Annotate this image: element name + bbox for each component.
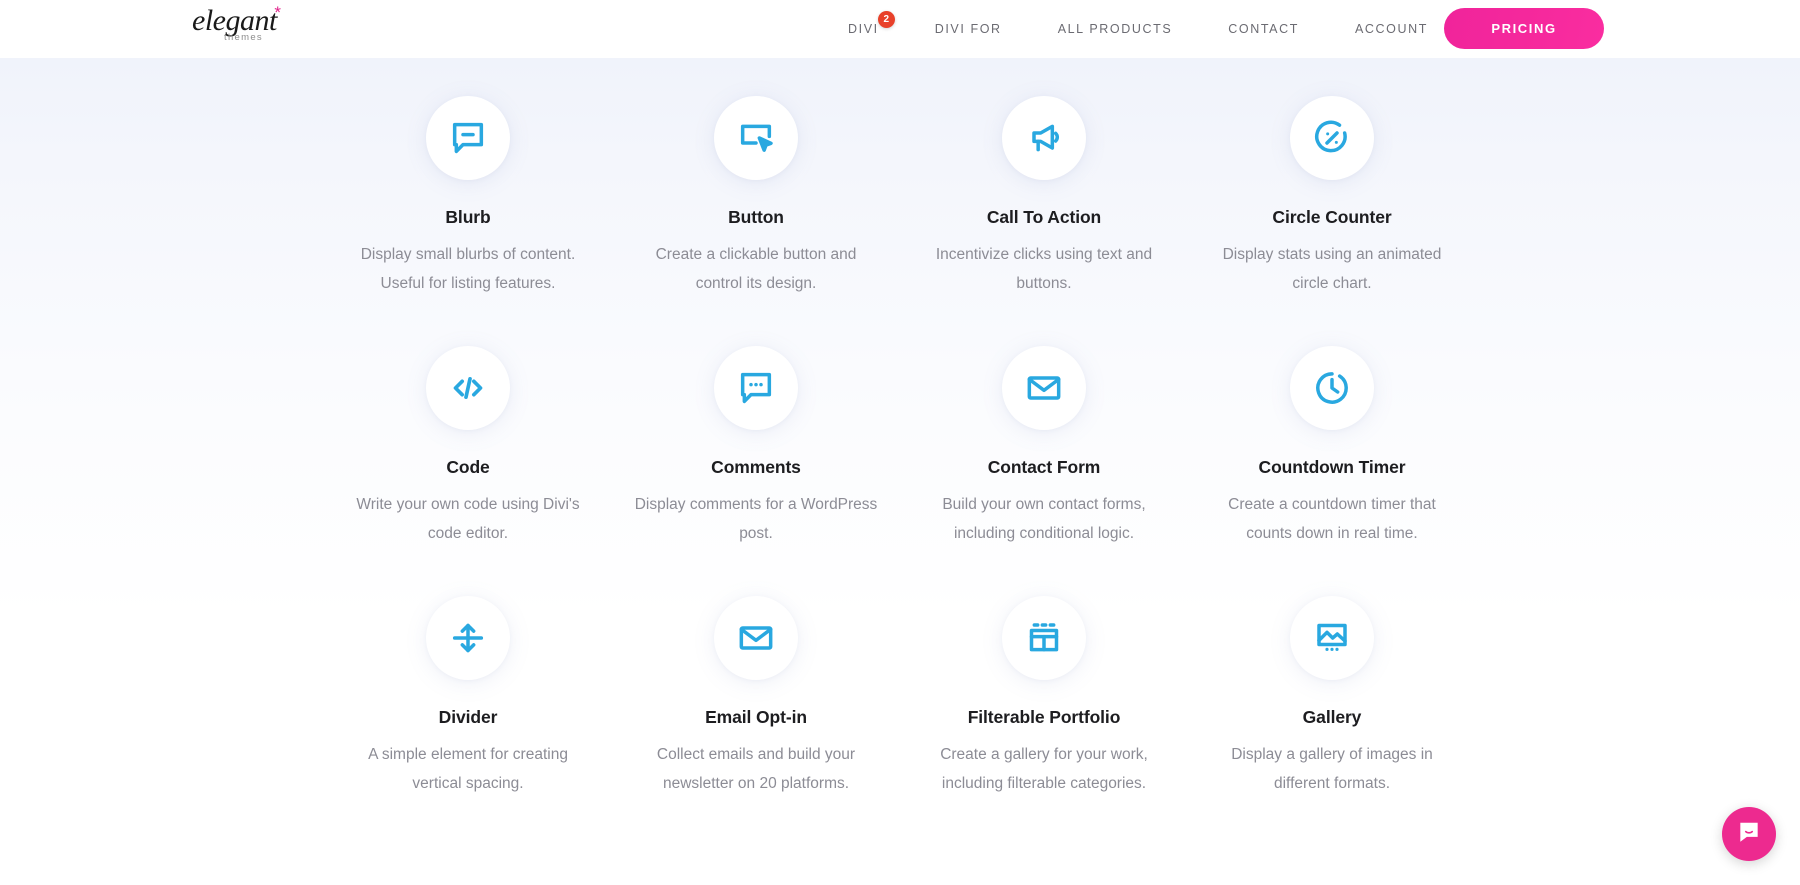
percent-circle-icon [1290, 96, 1374, 180]
module-description: Display a gallery of images in different… [1207, 740, 1457, 798]
module-title: Filterable Portfolio [968, 706, 1121, 728]
module-card-filterable-portfolio[interactable]: Filterable Portfolio Create a gallery fo… [900, 596, 1188, 846]
module-description: Display comments for a WordPress post. [631, 490, 881, 548]
nav-item-divi[interactable]: DIVI 2 [820, 22, 907, 36]
module-card-gallery[interactable]: Gallery Display a gallery of images in d… [1188, 596, 1476, 846]
grid-filter-icon [1002, 596, 1086, 680]
nav-item-account[interactable]: ACCOUNT [1327, 22, 1456, 36]
module-description: Build your own contact forms, including … [919, 490, 1169, 548]
nav-badge-count: 2 [878, 11, 895, 28]
envelope-icon [1002, 346, 1086, 430]
nav-label: ACCOUNT [1355, 22, 1428, 36]
module-title: Divider [439, 706, 498, 728]
nav-item-divi-for[interactable]: DIVI FOR [907, 22, 1030, 36]
module-card-button[interactable]: Button Create a clickable button and con… [612, 96, 900, 346]
page-root: elegant * themes DIVI 2 DIVI FOR ALL PRO… [0, 0, 1800, 885]
elegant-themes-logo[interactable]: elegant * themes [192, 6, 287, 50]
module-card-divider[interactable]: Divider A simple element for creating ve… [324, 596, 612, 846]
module-description: Write your own code using Divi's code ed… [343, 490, 593, 548]
logo-subtext: themes [224, 32, 287, 43]
chat-widget-button[interactable] [1722, 807, 1776, 861]
module-title: Email Opt-in [705, 706, 807, 728]
module-card-contact-form[interactable]: Contact Form Build your own contact form… [900, 346, 1188, 596]
image-gallery-icon [1290, 596, 1374, 680]
module-card-email-optin[interactable]: Email Opt-in Collect emails and build yo… [612, 596, 900, 846]
modules-grid: Blurb Display small blurbs of content. U… [0, 58, 1800, 846]
module-description: Display small blurbs of content. Useful … [343, 240, 593, 298]
module-description: Create a clickable button and control it… [631, 240, 881, 298]
speech-bubble-dash-icon [426, 96, 510, 180]
pricing-button[interactable]: PRICING [1444, 8, 1604, 49]
module-title: Code [446, 456, 489, 478]
module-card-countdown-timer[interactable]: Countdown Timer Create a countdown timer… [1188, 346, 1476, 596]
module-card-comments[interactable]: Comments Display comments for a WordPres… [612, 346, 900, 596]
code-brackets-icon [426, 346, 510, 430]
module-title: Call To Action [987, 206, 1101, 228]
module-title: Button [728, 206, 784, 228]
megaphone-icon [1002, 96, 1086, 180]
module-title: Blurb [445, 206, 490, 228]
nav-item-all-products[interactable]: ALL PRODUCTS [1030, 22, 1201, 36]
module-title: Contact Form [988, 456, 1101, 478]
nav-label: DIVI FOR [935, 22, 1002, 36]
nav-item-contact[interactable]: CONTACT [1200, 22, 1327, 36]
nav-label: CONTACT [1228, 22, 1299, 36]
nav-label: DIVI [848, 22, 879, 36]
site-header: elegant * themes DIVI 2 DIVI FOR ALL PRO… [0, 0, 1800, 58]
module-card-code[interactable]: Code Write your own code using Divi's co… [324, 346, 612, 596]
module-description: Incentivize clicks using text and button… [919, 240, 1169, 298]
module-card-call-to-action[interactable]: Call To Action Incentivize clicks using … [900, 96, 1188, 346]
module-description: Collect emails and build your newsletter… [631, 740, 881, 798]
module-title: Countdown Timer [1259, 456, 1406, 478]
logo-star-icon: * [274, 4, 281, 21]
vertical-arrows-icon [426, 596, 510, 680]
module-card-circle-counter[interactable]: Circle Counter Display stats using an an… [1188, 96, 1476, 346]
module-title: Circle Counter [1272, 206, 1391, 228]
module-description: Create a gallery for your work, includin… [919, 740, 1169, 798]
envelope-icon [714, 596, 798, 680]
button-cursor-icon [714, 96, 798, 180]
nav-label: ALL PRODUCTS [1058, 22, 1173, 36]
module-description: A simple element for creating vertical s… [343, 740, 593, 798]
main-navigation: DIVI 2 DIVI FOR ALL PRODUCTS CONTACT ACC… [820, 0, 1456, 58]
module-card-blurb[interactable]: Blurb Display small blurbs of content. U… [324, 96, 612, 346]
chat-bubble-icon [1736, 819, 1762, 850]
clock-icon [1290, 346, 1374, 430]
module-title: Gallery [1303, 706, 1362, 728]
speech-bubble-dots-icon [714, 346, 798, 430]
module-title: Comments [711, 456, 801, 478]
module-description: Display stats using an animated circle c… [1207, 240, 1457, 298]
module-description: Create a countdown timer that counts dow… [1207, 490, 1457, 548]
